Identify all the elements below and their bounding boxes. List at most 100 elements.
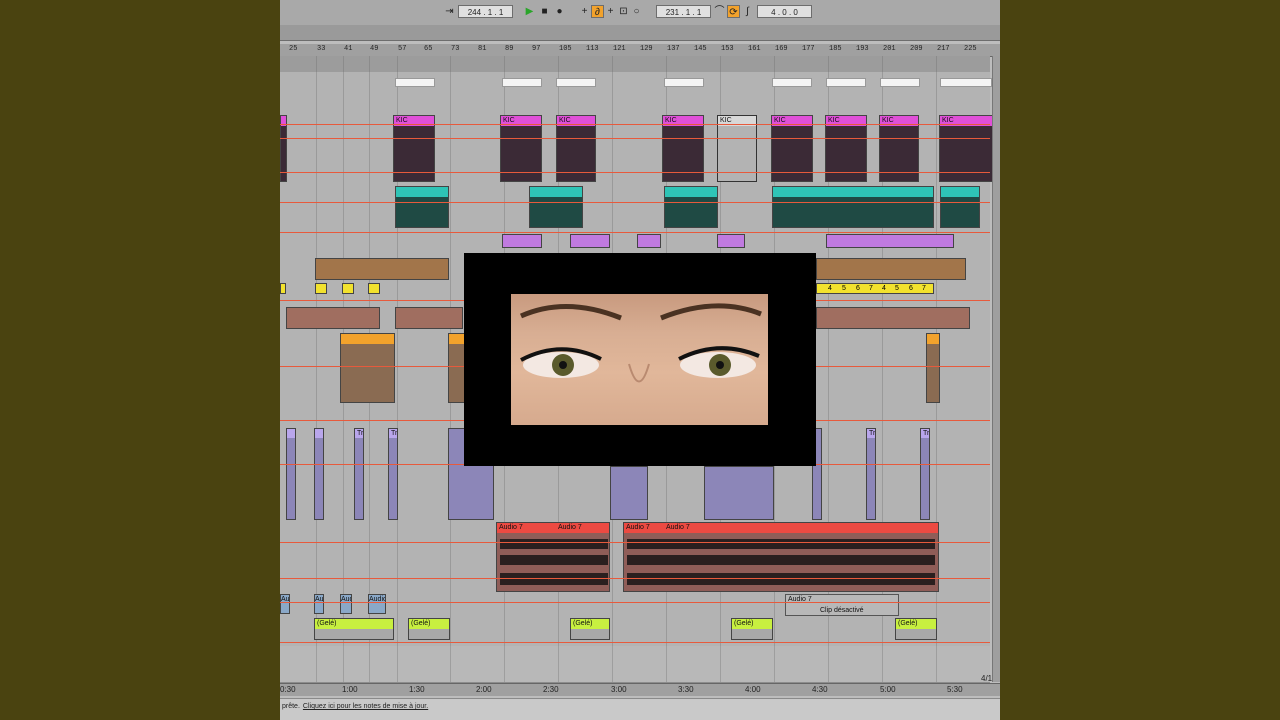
plus-icon[interactable]: + [604, 5, 617, 18]
purple-clip[interactable] [502, 234, 542, 248]
transport-bar: ⇥ 244 . 1 . 1 ▶ ■ ● + ∂ + ⊡ ○ 231 . 1 . … [280, 0, 1000, 25]
song-position-field[interactable]: 244 . 1 . 1 [458, 5, 513, 18]
release-notes-link[interactable]: Cliquez ici pour les notes de mise à jou… [303, 703, 428, 710]
stop-icon[interactable]: ■ [538, 5, 551, 18]
automation-line[interactable] [280, 202, 990, 203]
audio-clip[interactable]: Audio [340, 594, 352, 614]
tr-clip[interactable] [704, 466, 774, 520]
track-lane[interactable] [280, 90, 990, 113]
arrangement-overview[interactable] [280, 25, 1000, 41]
dotted-clip[interactable] [286, 307, 380, 329]
automation-line[interactable] [280, 542, 990, 543]
audio-clip[interactable]: Audio [280, 594, 290, 614]
orange-clip[interactable] [926, 333, 940, 403]
dotted-clip[interactable] [816, 307, 970, 329]
clip-name: Audio 7 [558, 524, 582, 531]
frozen-clip[interactable]: (Gelé) [731, 618, 773, 640]
draw-icon[interactable]: ∂ [591, 5, 604, 18]
yellow-number-clips[interactable]: 4 5 6 7 4 5 6 7 [816, 283, 934, 294]
audio-clip[interactable]: Audio [368, 594, 386, 614]
bar-number: 89 [505, 45, 514, 53]
tr-clip[interactable] [610, 466, 648, 520]
track-lane[interactable] [280, 646, 990, 683]
waveform [500, 539, 608, 549]
bar-number: 193 [856, 45, 869, 53]
clip-header [530, 187, 582, 197]
marker-clip[interactable] [664, 78, 704, 87]
tr-clip[interactable]: Tr [920, 428, 930, 520]
frozen-clip[interactable]: (Gelé) [895, 618, 937, 640]
clip-header [665, 187, 717, 197]
clip-name: (Gelé) [734, 620, 754, 627]
add-icon[interactable]: + [578, 5, 591, 18]
punch-icon[interactable]: ⌒ [713, 5, 726, 18]
purple-clip[interactable] [637, 234, 661, 248]
audio7-clip[interactable]: Audio 7 Audio 7 [623, 522, 939, 592]
yellow-clip[interactable] [368, 283, 380, 294]
time-label: 1:00 [342, 685, 358, 694]
automation-line[interactable] [280, 602, 990, 603]
marker-clip[interactable] [772, 78, 812, 87]
bar-number: 225 [964, 45, 977, 53]
loop-icon[interactable]: ⊡ [617, 5, 630, 18]
play-icon[interactable]: ▶ [523, 5, 536, 18]
teal-clip[interactable] [664, 186, 718, 228]
yellow-clip[interactable] [342, 283, 354, 294]
audio-clip[interactable]: Audio [314, 594, 324, 614]
automation-line[interactable] [280, 578, 990, 579]
frozen-clip[interactable]: (Gelé) [314, 618, 394, 640]
automation-line[interactable] [280, 138, 990, 139]
time-label: 0:30 [280, 685, 296, 694]
brown-clip[interactable] [816, 258, 966, 280]
loop-switch-icon[interactable]: ⟳ [727, 5, 740, 18]
purple-clip[interactable] [826, 234, 954, 248]
clip-header [773, 187, 933, 197]
track-lane[interactable] [280, 56, 990, 73]
arrow-icon[interactable]: ⇥ [443, 5, 456, 18]
purple-clip[interactable] [717, 234, 745, 248]
loop-start-field[interactable]: 231 . 1 . 1 [656, 5, 711, 18]
automation-line[interactable] [280, 172, 990, 173]
bar-number: 97 [532, 45, 541, 53]
marker-clip[interactable] [826, 78, 866, 87]
clip-number: 5 [895, 285, 899, 292]
clip-number: 7 [922, 285, 926, 292]
frozen-clip[interactable]: (Gelé) [570, 618, 610, 640]
teal-clip[interactable] [529, 186, 583, 228]
tr-clip[interactable]: Tr [388, 428, 398, 520]
marker-clip[interactable] [395, 78, 435, 87]
disabled-audio-clip[interactable]: Audio 7 Clip désactivé [785, 594, 899, 616]
record-icon[interactable]: ● [553, 5, 566, 18]
orange-clip[interactable] [340, 333, 395, 403]
bar-number: 113 [586, 45, 599, 53]
automation-line[interactable] [280, 642, 990, 643]
dotted-clip[interactable] [395, 307, 463, 329]
frozen-clip[interactable]: (Gelé) [408, 618, 450, 640]
bar-number: 33 [317, 45, 326, 53]
time-ruler[interactable]: 0:30 1:00 1:30 2:00 2:30 3:00 3:30 4:00 … [280, 683, 1000, 696]
marker-clip[interactable] [502, 78, 542, 87]
status-text: prête. [282, 703, 300, 710]
curve-icon[interactable]: ∫ [741, 5, 754, 18]
vertical-scrollbar[interactable]: 4/1 [981, 56, 1000, 683]
marker-clip[interactable] [940, 78, 992, 87]
tr-clip[interactable] [286, 428, 296, 520]
tr-clip[interactable] [314, 428, 324, 520]
yellow-clip[interactable] [315, 283, 327, 294]
automation-line[interactable] [280, 232, 990, 233]
automation-line[interactable] [280, 124, 990, 125]
teal-clip[interactable] [940, 186, 980, 228]
teal-clip[interactable] [395, 186, 449, 228]
brown-clip[interactable] [315, 258, 449, 280]
yellow-clip[interactable] [280, 283, 286, 294]
purple-clip[interactable] [570, 234, 610, 248]
loop-length-field[interactable]: 4 . 0 . 0 [757, 5, 812, 18]
marker-clip[interactable] [880, 78, 920, 87]
metronome-icon[interactable]: ○ [630, 5, 643, 18]
audio7-clip[interactable]: Audio 7 Audio 7 [496, 522, 610, 592]
teal-clip[interactable] [772, 186, 934, 228]
tr-clip[interactable]: Tr [866, 428, 876, 520]
bar-number: 121 [613, 45, 626, 53]
tr-clip[interactable]: Tr [354, 428, 364, 520]
marker-clip[interactable] [556, 78, 596, 87]
